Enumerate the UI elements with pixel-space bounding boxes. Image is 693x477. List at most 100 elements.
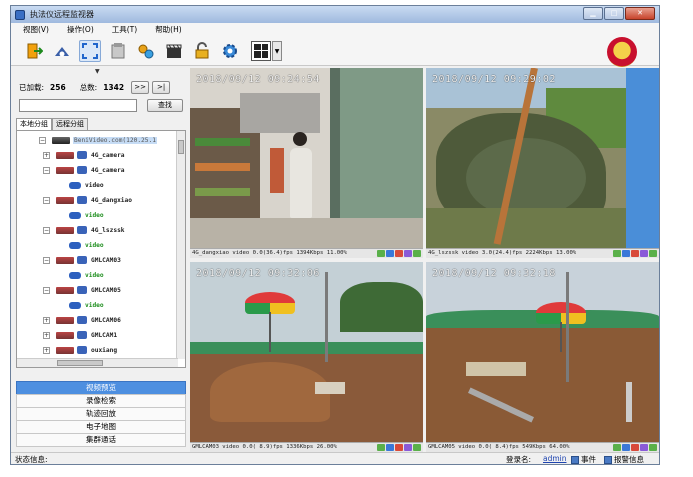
collapse-icon[interactable]: −: [43, 196, 50, 204]
audio-icon[interactable]: [613, 444, 621, 451]
snapshot-icon[interactable]: [404, 444, 412, 451]
channel-camera-icon: [69, 301, 81, 309]
video-cell-3[interactable]: 2018/09/12 09:32:06 GMLCAM03 video 0.0( …: [190, 262, 423, 452]
settings-button[interactable]: [135, 40, 157, 62]
record-icon[interactable]: [631, 444, 639, 451]
talk-icon[interactable]: [622, 250, 630, 257]
video-status-text: 4G_lszssk video 3.0(24.4)fps 2224Kbps 13…: [428, 250, 577, 256]
layout-select[interactable]: ▼: [251, 40, 282, 61]
menu-help[interactable]: 帮助(H): [155, 24, 182, 35]
snapshot-icon[interactable]: [640, 444, 648, 451]
record-icon[interactable]: [395, 250, 403, 257]
nav-video-preview[interactable]: 视频预览: [16, 381, 186, 395]
video-cell-1[interactable]: 2018/09/12 09:24:54 4G_dangxiao video 0.…: [190, 68, 423, 258]
total-value: 1342: [103, 82, 125, 92]
camera-icon: [77, 256, 87, 264]
lock-button[interactable]: [191, 40, 213, 62]
record-icon[interactable]: [395, 444, 403, 451]
audio-icon[interactable]: [377, 444, 385, 451]
menu-tools[interactable]: 工具(T): [112, 24, 137, 35]
tree-node-label: 4G_dangxiao: [91, 196, 132, 204]
tree-channel-node[interactable]: video: [69, 178, 104, 192]
close-button[interactable]: ✕: [625, 7, 655, 20]
device-tree[interactable]: − BeniVideo.com(120.25.1 +4G_camera − 4G_cam…: [16, 130, 186, 368]
collapse-icon[interactable]: −: [39, 136, 46, 144]
signal-icon[interactable]: [413, 444, 421, 451]
device-icon: [56, 196, 74, 204]
nav-electronic-map[interactable]: 电子地图: [16, 420, 186, 434]
collapse-icon[interactable]: −: [43, 166, 50, 174]
exit-button[interactable]: [23, 40, 45, 62]
signal-icon[interactable]: [413, 250, 421, 257]
collapse-icon[interactable]: −: [43, 226, 50, 234]
fullscreen-icon: [82, 42, 98, 59]
tab-remote-group[interactable]: 远程分组: [52, 118, 88, 130]
camera-icon: [77, 316, 87, 324]
tree-device-node[interactable]: − 4G_camera: [43, 163, 125, 177]
tree-device-node[interactable]: + GMLCAM06: [43, 313, 121, 327]
tab-local-group[interactable]: 本地分组: [16, 118, 52, 130]
nav-track-playback[interactable]: 轨迹回放: [16, 407, 186, 421]
nav-group-call[interactable]: 集群通话: [16, 433, 186, 447]
cloud-connect-icon: [55, 46, 69, 56]
tree-channel-node[interactable]: video: [69, 268, 104, 282]
tree-channel-node[interactable]: video: [69, 238, 104, 252]
lock-icon: [195, 41, 209, 58]
fullscreen-button[interactable]: [79, 39, 101, 62]
title-bar[interactable]: 执法仪远程监视器 ▁ □ ✕: [11, 6, 659, 23]
tree-device-node[interactable]: − 4G_lszssk: [43, 223, 125, 237]
collapse-icon[interactable]: −: [43, 256, 50, 264]
expand-icon[interactable]: +: [43, 316, 50, 324]
snapshot-icon[interactable]: [404, 250, 412, 257]
minimize-button[interactable]: ▁: [583, 7, 603, 20]
tree-channel-node[interactable]: video: [69, 208, 104, 222]
collapse-arrow-icon[interactable]: ▼: [95, 68, 100, 75]
talk-icon[interactable]: [622, 444, 630, 451]
signal-icon[interactable]: [649, 250, 657, 257]
menu-view[interactable]: 视图(V): [23, 24, 49, 35]
last-page-button[interactable]: >|: [152, 80, 171, 94]
video-cell-2[interactable]: 2018/09/12 09:29:02 4G_lszssk video 3.0(…: [426, 68, 659, 258]
tree-device-node[interactable]: − 4G_dangxiao: [43, 193, 132, 207]
tree-device-node[interactable]: − GMLCAM03: [43, 253, 121, 267]
menu-operate[interactable]: 操作(O): [67, 24, 94, 35]
tree-horizontal-scrollbar[interactable]: [17, 358, 178, 367]
nav-record-search[interactable]: 录像检索: [16, 394, 186, 408]
expand-icon[interactable]: +: [43, 346, 50, 354]
tree-vertical-scrollbar[interactable]: [176, 131, 185, 359]
audio-icon[interactable]: [613, 250, 621, 257]
tree-device-node[interactable]: + ouxiang: [43, 343, 117, 357]
left-panel: ▼ 已加载: 256 总数: 1342 >> >| 查找 本地分组 远程分组 −…: [15, 68, 187, 453]
tree-root-node[interactable]: − BeniVideo.com(120.25.1: [39, 133, 157, 147]
status-info-label: 状态信息:: [15, 455, 48, 464]
maximize-button[interactable]: □: [604, 7, 624, 20]
video-cell-4[interactable]: 2018/09/12 09:32:18 GMLCAM05 video 0.0( …: [426, 262, 659, 452]
signal-icon[interactable]: [649, 444, 657, 451]
snapshot-icon[interactable]: [640, 250, 648, 257]
search-input[interactable]: [19, 98, 137, 112]
alarm-button[interactable]: 报警信息: [604, 454, 644, 464]
talk-icon[interactable]: [386, 444, 394, 451]
collapse-icon[interactable]: −: [43, 286, 50, 294]
expand-icon[interactable]: +: [43, 151, 50, 159]
tree-channel-node[interactable]: video: [69, 298, 104, 312]
expand-icon[interactable]: +: [43, 331, 50, 339]
record-icon[interactable]: [631, 250, 639, 257]
search-button[interactable]: 查找: [147, 98, 183, 112]
document-button[interactable]: [107, 40, 129, 62]
connect-button[interactable]: [51, 40, 73, 62]
tree-device-node[interactable]: + GMLCAM1: [43, 328, 117, 342]
tree-device-node[interactable]: +4G_camera: [43, 148, 125, 162]
tree-device-node[interactable]: − GMLCAM05: [43, 283, 121, 297]
record-button[interactable]: [163, 40, 185, 62]
talk-icon[interactable]: [386, 250, 394, 257]
audio-icon[interactable]: [377, 250, 385, 257]
login-user-link[interactable]: admin: [543, 454, 567, 463]
next-page-button[interactable]: >>: [131, 80, 150, 94]
chevron-down-icon[interactable]: ▼: [272, 40, 282, 61]
device-icon: [56, 256, 74, 264]
police-emblem-logo: [607, 37, 637, 67]
config-button[interactable]: [219, 40, 241, 62]
camera-icon: [77, 346, 87, 354]
event-button[interactable]: 事件: [571, 454, 596, 464]
